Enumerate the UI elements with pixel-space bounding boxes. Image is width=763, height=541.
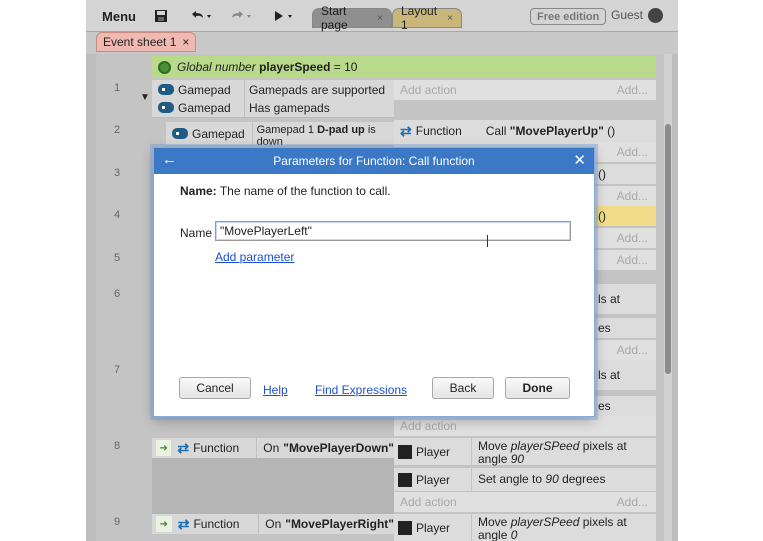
cancel-button[interactable]: Cancel [179, 377, 251, 399]
dialog-overlay: Parameters for Function: Call function ←… [0, 0, 763, 541]
done-button[interactable]: Done [505, 377, 570, 399]
parameters-dialog: Parameters for Function: Call function ←… [153, 147, 595, 417]
find-expressions-link[interactable]: Find Expressions [315, 383, 407, 397]
dialog-title: Parameters for Function: Call function [154, 148, 594, 174]
back-arrow-icon[interactable]: ← [162, 151, 177, 168]
text-cursor-icon [487, 235, 489, 247]
help-link[interactable]: Help [263, 383, 288, 397]
add-parameter-link[interactable]: Add parameter [215, 250, 294, 264]
back-button[interactable]: Back [432, 377, 494, 399]
name-label: Name [180, 226, 213, 240]
close-icon[interactable]: ✕ [573, 151, 586, 169]
parameter-description: Name: The name of the function to call. [180, 184, 391, 198]
name-input[interactable] [215, 221, 571, 241]
